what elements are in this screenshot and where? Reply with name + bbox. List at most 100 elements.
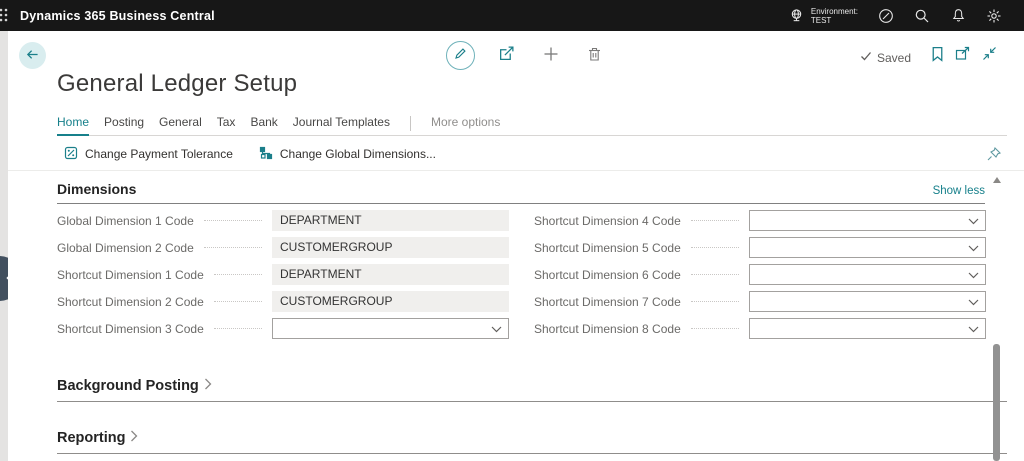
field-label: Shortcut Dimension 4 Code bbox=[534, 213, 681, 228]
tab-journal-templates[interactable]: Journal Templates bbox=[293, 115, 390, 135]
collapse-page-button[interactable] bbox=[981, 47, 997, 64]
field-shortcut-dimension-7-code: Shortcut Dimension 7 Code bbox=[534, 288, 986, 315]
tab-bar: Home Posting General Tax Bank Journal Te… bbox=[57, 113, 1007, 136]
nav-rail bbox=[0, 31, 8, 461]
field-shortcut-dimension-2-code: Shortcut Dimension 2 Code CUSTOMERGROUP bbox=[57, 288, 509, 315]
back-button[interactable] bbox=[19, 42, 46, 69]
bookmark-icon bbox=[931, 46, 944, 67]
dotted-leader bbox=[690, 328, 739, 329]
topbar: Dynamics 365 Business Central Environmen… bbox=[0, 0, 1024, 31]
open-in-window-button[interactable] bbox=[955, 46, 971, 66]
field-global-dimension-2-code: Global Dimension 2 Code CUSTOMERGROUP bbox=[57, 234, 509, 261]
fields-left-column: Global Dimension 1 Code DEPARTMENT Globa… bbox=[57, 207, 509, 342]
field-shortcut-dimension-1-code: Shortcut Dimension 1 Code DEPARTMENT bbox=[57, 261, 509, 288]
save-status: Saved bbox=[860, 50, 911, 65]
field-shortcut-dimension-4-code: Shortcut Dimension 4 Code bbox=[534, 207, 986, 234]
pin-icon[interactable] bbox=[986, 146, 1002, 162]
section-title-dimensions: Dimensions bbox=[57, 181, 137, 197]
dotted-leader bbox=[213, 301, 262, 302]
scrollbar-up-arrow[interactable] bbox=[993, 177, 1001, 183]
field-label: Global Dimension 2 Code bbox=[57, 240, 194, 255]
dimensions-fields: Global Dimension 1 Code DEPARTMENT Globa… bbox=[57, 207, 986, 342]
tab-bank[interactable]: Bank bbox=[250, 115, 277, 135]
share-icon bbox=[498, 45, 515, 67]
field-label: Shortcut Dimension 5 Code bbox=[534, 240, 681, 255]
edit-button[interactable] bbox=[446, 41, 475, 70]
action-bar: Change Payment Tolerance Change Global D… bbox=[64, 142, 1002, 166]
arrow-left-icon bbox=[24, 46, 41, 66]
field-dropdown[interactable] bbox=[749, 318, 986, 339]
tab-general[interactable]: General bbox=[159, 115, 202, 135]
chevron-down-icon bbox=[968, 322, 979, 336]
environment-name: TEST bbox=[810, 15, 832, 25]
chevron-right-icon bbox=[204, 378, 212, 394]
delete-button[interactable] bbox=[585, 47, 603, 65]
field-shortcut-dimension-5-code: Shortcut Dimension 5 Code bbox=[534, 234, 986, 261]
plus-icon bbox=[543, 46, 559, 67]
field-value: DEPARTMENT bbox=[272, 264, 509, 285]
action-change-payment-tolerance[interactable]: Change Payment Tolerance bbox=[64, 146, 233, 163]
field-global-dimension-1-code: Global Dimension 1 Code DEPARTMENT bbox=[57, 207, 509, 234]
section-title: Background Posting bbox=[57, 378, 199, 394]
field-dropdown[interactable] bbox=[749, 264, 986, 285]
dimensions-section-header: Dimensions Show less bbox=[57, 181, 985, 204]
help-icon[interactable] bbox=[878, 8, 894, 24]
field-dropdown[interactable] bbox=[749, 237, 986, 258]
field-value: CUSTOMERGROUP bbox=[272, 237, 509, 258]
page-content: Saved General Ledger Setup Home Posting … bbox=[8, 31, 1024, 461]
tab-posting[interactable]: Posting bbox=[104, 115, 144, 135]
app-window: Dynamics 365 Business Central Environmen… bbox=[0, 0, 1024, 461]
trash-icon bbox=[587, 46, 602, 67]
tab-divider bbox=[409, 116, 411, 131]
action-label: Change Payment Tolerance bbox=[85, 147, 233, 161]
pencil-icon bbox=[453, 46, 468, 66]
field-shortcut-dimension-3-code: Shortcut Dimension 3 Code bbox=[57, 315, 509, 342]
new-button[interactable] bbox=[542, 47, 560, 65]
fields-right-column: Shortcut Dimension 4 Code Shortcut Dimen… bbox=[534, 207, 986, 342]
app-launcher-icon[interactable] bbox=[0, 7, 9, 23]
chevron-down-icon bbox=[968, 295, 979, 309]
check-icon bbox=[860, 50, 872, 65]
tab-home[interactable]: Home bbox=[57, 115, 90, 136]
scrollbar-thumb[interactable] bbox=[993, 344, 1000, 461]
tab-tax[interactable]: Tax bbox=[217, 115, 236, 135]
dotted-leader bbox=[203, 220, 262, 221]
dotted-leader bbox=[690, 247, 739, 248]
field-dropdown[interactable] bbox=[272, 318, 509, 339]
action-label: Change Global Dimensions... bbox=[279, 147, 436, 161]
section-background-posting[interactable]: Background Posting bbox=[57, 378, 1007, 402]
dotted-leader bbox=[690, 220, 739, 221]
dotted-leader bbox=[213, 328, 262, 329]
field-dropdown[interactable] bbox=[749, 210, 986, 231]
save-status-label: Saved bbox=[877, 50, 912, 65]
field-label: Global Dimension 1 Code bbox=[57, 213, 194, 228]
field-label: Shortcut Dimension 6 Code bbox=[534, 267, 681, 282]
chevron-down-icon bbox=[968, 241, 979, 255]
bookmark-button[interactable] bbox=[929, 46, 945, 67]
field-value: DEPARTMENT bbox=[272, 210, 509, 231]
environment-badge[interactable]: Environment: TEST bbox=[789, 7, 858, 25]
popup-window-icon bbox=[955, 46, 971, 66]
share-button[interactable] bbox=[497, 45, 515, 67]
more-options-button[interactable]: More options bbox=[431, 115, 500, 135]
field-dropdown[interactable] bbox=[749, 291, 986, 312]
dotted-leader bbox=[203, 247, 262, 248]
notifications-icon[interactable] bbox=[950, 8, 966, 24]
ribbon-separator bbox=[8, 170, 1024, 171]
chevron-down-icon bbox=[968, 268, 979, 282]
field-label: Shortcut Dimension 8 Code bbox=[534, 321, 681, 336]
dotted-leader bbox=[213, 274, 262, 275]
settings-icon[interactable] bbox=[986, 8, 1002, 24]
show-less-link[interactable]: Show less bbox=[933, 185, 985, 197]
chevron-down-icon bbox=[968, 214, 979, 228]
field-label: Shortcut Dimension 3 Code bbox=[57, 321, 204, 336]
app-title: Dynamics 365 Business Central bbox=[20, 8, 215, 23]
section-reporting[interactable]: Reporting bbox=[57, 430, 1007, 454]
dotted-leader bbox=[690, 301, 739, 302]
action-change-global-dimensions[interactable]: Change Global Dimensions... bbox=[259, 146, 436, 163]
field-label: Shortcut Dimension 7 Code bbox=[534, 294, 681, 309]
field-label: Shortcut Dimension 2 Code bbox=[57, 294, 204, 309]
field-label: Shortcut Dimension 1 Code bbox=[57, 267, 204, 282]
section-title: Reporting bbox=[57, 430, 126, 446]
search-icon[interactable] bbox=[914, 8, 930, 24]
